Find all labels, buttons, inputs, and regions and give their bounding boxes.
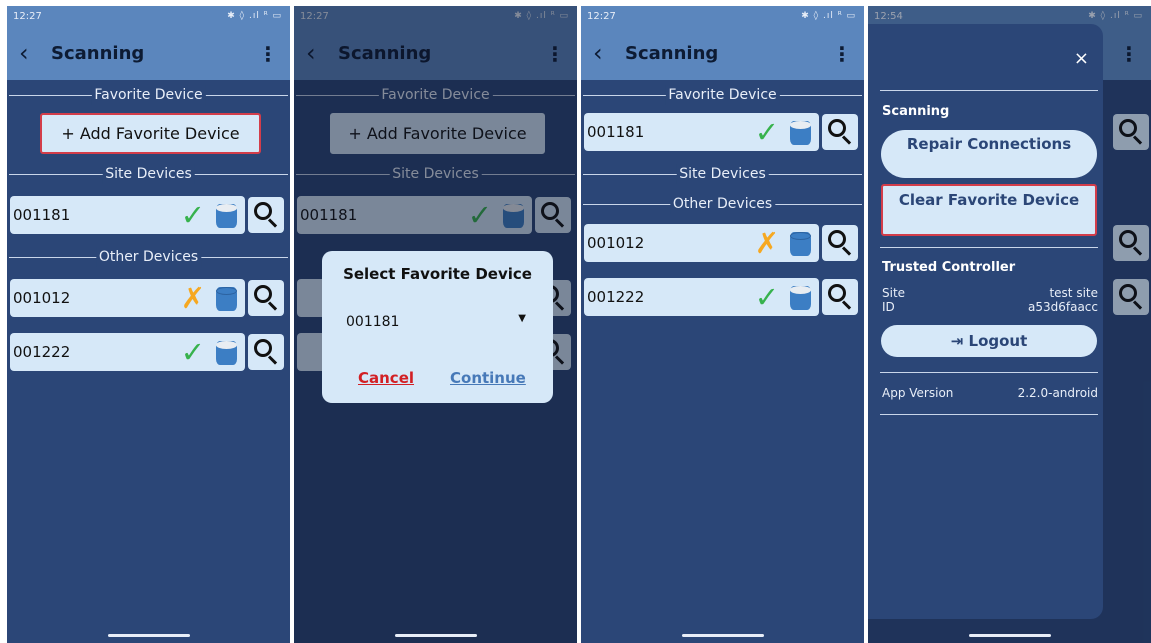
section-label: Other Devices [669, 194, 776, 214]
cylinder-icon [216, 287, 237, 311]
section-label: Site Devices [676, 164, 769, 184]
status-icons: ✱ ◊ .ıl ᴿ ▭ [227, 11, 282, 21]
search-icon[interactable] [822, 114, 858, 150]
search-icon[interactable] [822, 279, 858, 315]
kebab-menu-icon[interactable]: ⋮ [832, 42, 852, 66]
check-icon: ✓ [180, 335, 205, 369]
site-label: Site [882, 286, 906, 300]
check-icon: ✓ [180, 198, 205, 232]
cross-icon: ✗ [180, 281, 205, 315]
device-id: 001012 [13, 289, 71, 307]
clock: 12:27 [13, 11, 42, 22]
search-icon[interactable] [822, 225, 858, 261]
divider [880, 90, 1098, 91]
phone-screen-4: 12:54 ✱ ◊ .ıl ᴿ ▭ ⋮ × Scanning Repair Co… [868, 6, 1151, 643]
status-bar: 12:27 ✱ ◊ .ıl ᴿ ▭ [581, 6, 864, 30]
selected-value: 001181 [346, 314, 400, 330]
gesture-bar[interactable] [107, 634, 190, 637]
continue-button[interactable]: Continue [450, 369, 526, 387]
app-version-value: 2.2.0-android [1017, 386, 1098, 400]
phone-screen-1: 12:27 ✱ ◊ .ıl ᴿ ▭ ‹ Scanning ⋮ Favorite … [7, 6, 290, 643]
phone-screen-2: 12:27 ✱ ◊ .ıl ᴿ ▭ ‹ Scanning ⋮ Favorite … [294, 6, 577, 643]
device-id: 001181 [13, 206, 71, 224]
screenshot-collage: 12:27 ✱ ◊ .ıl ᴿ ▭ ‹ Scanning ⋮ Favorite … [0, 0, 1151, 643]
device-id: 001181 [587, 123, 645, 141]
logout-button[interactable]: ⇥ Logout [881, 325, 1097, 357]
search-icon[interactable] [248, 197, 284, 233]
device-id: 001222 [13, 343, 71, 361]
app-version-label: App Version [882, 386, 954, 400]
app-bar: ‹ Scanning ⋮ [7, 30, 290, 80]
search-icon[interactable] [248, 280, 284, 316]
section-label: Site Devices [102, 164, 195, 184]
drawer-section-title: Scanning [882, 104, 950, 119]
cylinder-icon [790, 286, 811, 310]
gesture-bar[interactable] [968, 634, 1051, 637]
id-label: ID [882, 300, 895, 314]
status-icons: ✱ ◊ .ıl ᴿ ▭ [801, 11, 856, 21]
other-devices-section: Other Devices [7, 247, 290, 267]
divider [880, 372, 1098, 373]
device-row-001222[interactable]: 001222 ✓ [584, 278, 819, 316]
site-value: test site [1049, 286, 1098, 300]
device-select[interactable]: 001181 ▼ [346, 311, 526, 333]
page-title: Scanning [625, 43, 719, 64]
device-id: 001222 [587, 288, 645, 306]
id-value: a53d6faacc [1027, 300, 1098, 314]
site-devices-section: Site Devices [581, 164, 864, 184]
clear-favorite-device-button[interactable]: Clear Favorite Device [881, 184, 1097, 236]
gesture-bar[interactable] [394, 634, 477, 637]
section-label: Favorite Device [91, 85, 206, 105]
cylinder-icon [790, 232, 811, 256]
device-id: 001012 [587, 234, 645, 252]
device-row-001012[interactable]: 001012 ✗ [10, 279, 245, 317]
cylinder-icon [790, 121, 811, 145]
cylinder-icon [216, 341, 237, 365]
favorite-device-section: Favorite Device [581, 85, 864, 105]
section-label: Other Devices [95, 247, 202, 267]
check-icon: ✓ [754, 115, 779, 149]
site-devices-section: Site Devices [7, 164, 290, 184]
other-devices-section: Other Devices [581, 194, 864, 214]
favorite-device-section: Favorite Device [7, 85, 290, 105]
page-title: Scanning [51, 43, 145, 64]
dialog-title: Select Favorite Device [343, 265, 532, 283]
device-row-001222[interactable]: 001222 ✓ [10, 333, 245, 371]
cylinder-icon [216, 204, 237, 228]
kebab-menu-icon[interactable]: ⋮ [258, 42, 278, 66]
section-label: Favorite Device [665, 85, 780, 105]
select-favorite-dialog: Select Favorite Device 001181 ▼ Cancel C… [322, 251, 553, 403]
add-favorite-device-button[interactable]: + Add Favorite Device [40, 113, 261, 154]
phone-screen-3: 12:27 ✱ ◊ .ıl ᴿ ▭ ‹ Scanning ⋮ Favorite … [581, 6, 864, 643]
divider [880, 414, 1098, 415]
clock: 12:27 [587, 11, 616, 22]
search-icon[interactable] [248, 334, 284, 370]
repair-connections-button[interactable]: Repair Connections [881, 130, 1097, 178]
app-bar: ‹ Scanning ⋮ [581, 30, 864, 80]
cancel-button[interactable]: Cancel [358, 369, 414, 387]
divider [880, 247, 1098, 248]
gesture-bar[interactable] [681, 634, 764, 637]
device-row-001181[interactable]: 001181 ✓ [10, 196, 245, 234]
device-row-001012[interactable]: 001012 ✗ [584, 224, 819, 262]
dropdown-arrow-icon: ▼ [518, 313, 526, 324]
navigation-drawer: × Scanning Repair Connections Clear Favo… [868, 24, 1103, 619]
back-chevron-icon[interactable]: ‹ [593, 40, 603, 66]
device-row-001181[interactable]: 001181 ✓ [584, 113, 819, 151]
status-bar: 12:27 ✱ ◊ .ıl ᴿ ▭ [7, 6, 290, 30]
cross-icon: ✗ [754, 226, 779, 260]
close-icon[interactable]: × [1074, 48, 1089, 69]
trusted-controller-title: Trusted Controller [882, 260, 1016, 275]
back-chevron-icon[interactable]: ‹ [19, 40, 29, 66]
check-icon: ✓ [754, 280, 779, 314]
